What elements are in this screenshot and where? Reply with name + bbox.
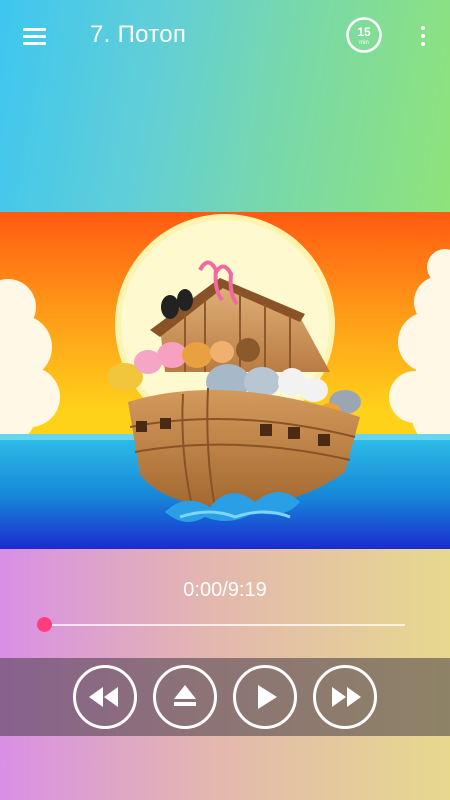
play-button[interactable] [233,665,297,729]
eject-icon [174,685,196,706]
rewind-button[interactable] [73,665,137,729]
timer-value: 15 [357,25,371,39]
app-bar: 7. Потоп 15 min [0,0,450,72]
hamburger-menu-icon[interactable] [14,20,54,52]
sleep-timer-icon: 15 min [346,17,382,53]
seek-thumb[interactable] [37,617,52,632]
cover-artwork [0,212,450,549]
seek-bar[interactable] [37,617,405,632]
timer-unit: min [359,40,369,46]
fast-forward-button[interactable] [313,665,377,729]
page-title: 7. Потоп [90,21,187,48]
noah-ark-illustration [0,212,450,549]
rewind-icon [89,687,118,707]
playback-controls [0,658,450,736]
sleep-timer-button[interactable]: 15 min [344,15,384,55]
more-vertical-icon[interactable] [410,20,436,52]
time-display: 0:00/9:19 [183,579,267,601]
play-icon [258,685,277,709]
fast-forward-icon [332,687,361,707]
eject-button[interactable] [153,665,217,729]
player-panel: 0:00/9:19 [0,549,450,800]
